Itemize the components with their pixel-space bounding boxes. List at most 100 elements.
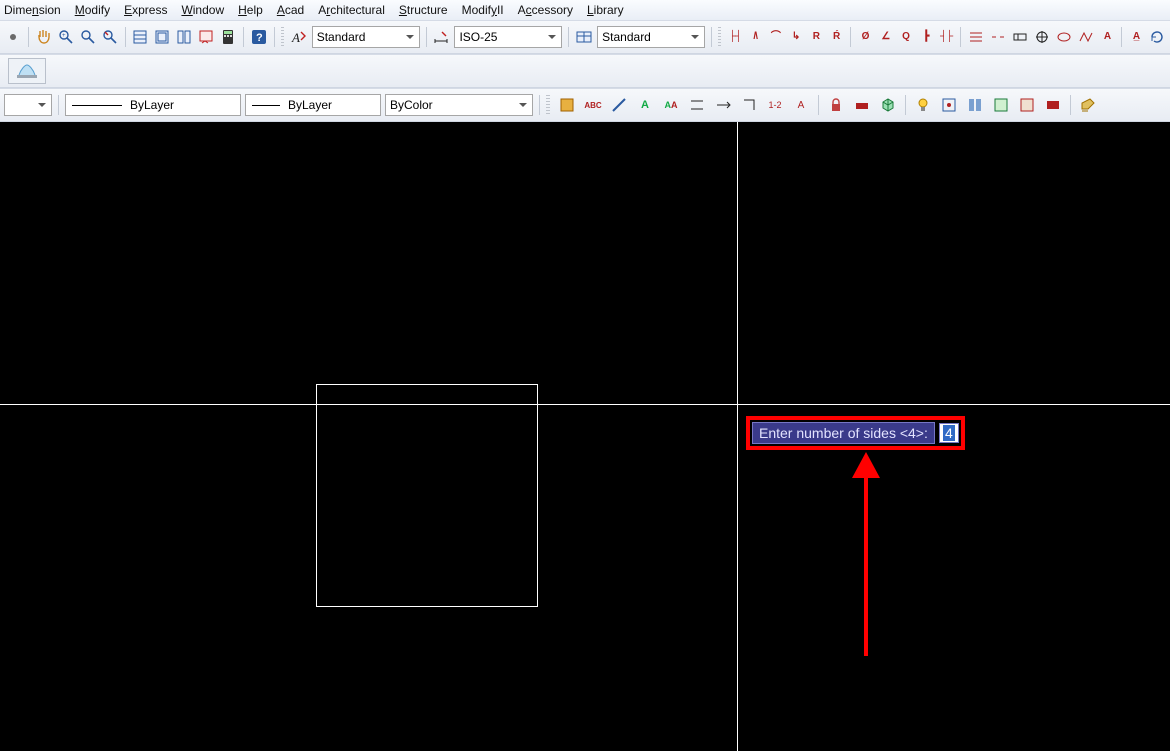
menu-window[interactable]: Window [181,3,224,17]
broom-icon[interactable] [1077,94,1099,116]
dim-jogged-icon[interactable]: Ŕ [828,26,844,48]
dynamic-input-prompt: Enter number of sides <4>: [752,422,935,444]
et-14-icon[interactable] [964,94,986,116]
calculator-icon[interactable] [219,26,237,48]
dim-style-icon[interactable] [432,26,450,48]
properties-icon[interactable] [131,26,149,48]
zoom-window-icon[interactable] [79,26,97,48]
et-aa-icon[interactable]: AA [660,94,682,116]
plotstyle-value: ByColor [390,98,433,112]
crosshair-vertical [737,122,738,751]
dimstyle-combo[interactable]: ISO-25 [454,26,562,48]
lineweight-combo[interactable]: ByLayer [245,94,381,116]
toolbar-workspace [0,54,1170,88]
et-15-icon[interactable] [990,94,1012,116]
dim-aligned-icon[interactable]: /\ [747,26,763,48]
inspect-icon[interactable] [1055,26,1073,48]
zoom-realtime-icon[interactable]: + [57,26,75,48]
dim-baseline-icon[interactable]: ┣ [918,26,934,48]
color-combo[interactable] [4,94,52,116]
et-1-icon[interactable] [556,94,578,116]
dynamic-input-box[interactable]: Enter number of sides <4>: 4 [746,416,965,450]
dim-continue-icon[interactable]: ┤├ [938,26,954,48]
et-8-icon[interactable] [738,94,760,116]
jog-line-icon[interactable] [1077,26,1095,48]
dim-edit-icon[interactable]: A [1099,26,1115,48]
et-9-icon[interactable]: 1-2 [764,94,786,116]
menu-acad[interactable]: Acad [277,3,304,17]
layer-iso-icon[interactable] [851,94,873,116]
dim-radius-icon[interactable]: R [808,26,824,48]
et-16-icon[interactable] [1016,94,1038,116]
linetype-value: ByLayer [130,98,174,112]
workspace-switch-icon[interactable] [8,58,46,84]
chevron-down-icon [403,29,417,45]
et-10-icon[interactable]: A [790,94,812,116]
textstyle-combo[interactable]: Standard [312,26,420,48]
svg-text:+: + [62,33,66,39]
menu-accessory[interactable]: Accessory [518,3,573,17]
et-7-icon[interactable] [712,94,734,116]
dim-diameter-icon[interactable]: Ø [857,26,873,48]
dim-update-icon[interactable] [1148,26,1166,48]
cube-icon[interactable] [877,94,899,116]
toolbar-properties: ByLayer ByLayer ByColor ABC A AA 1-2 A [0,88,1170,122]
center-mark-icon[interactable] [1033,26,1051,48]
linetype-combo[interactable]: ByLayer [65,94,241,116]
zoom-previous-icon[interactable] [101,26,119,48]
annotation-arrow-head [852,452,880,478]
chevron-down-icon [516,97,530,113]
menu-modify2[interactable]: ModifyII [462,3,504,17]
crosshair-horizontal [0,404,1170,405]
chevron-down-icon [688,29,702,45]
menu-express[interactable]: Express [124,3,167,17]
dim-arc-icon[interactable]: ⌒ [767,26,783,48]
menu-library[interactable]: Library [587,3,624,17]
lineweight-value: ByLayer [288,98,332,112]
dim-text-edit-icon[interactable]: A̲ [1128,26,1144,48]
menu-structure[interactable]: Structure [399,3,448,17]
help-icon[interactable]: ? [250,26,268,48]
chevron-down-icon [35,97,49,113]
dim-angular-icon[interactable]: ∠ [877,26,893,48]
button-generic-1[interactable] [4,26,22,48]
et-13-icon[interactable] [938,94,960,116]
et-17-icon[interactable] [1042,94,1064,116]
annotation-arrow-shaft [864,476,868,656]
chevron-down-icon [545,29,559,45]
sheet-set-icon[interactable] [153,26,171,48]
tablestyle-value: Standard [602,30,651,44]
dim-linear-icon[interactable]: ├┤ [727,26,743,48]
plotstyle-combo[interactable]: ByColor [385,94,533,116]
et-6-icon[interactable] [686,94,708,116]
bulb-icon[interactable] [912,94,934,116]
dim-break-icon[interactable] [989,26,1007,48]
et-3-icon[interactable] [608,94,630,116]
drawing-area[interactable]: Enter number of sides <4>: 4 [0,122,1170,751]
tolerance-icon[interactable] [1011,26,1029,48]
pan-icon[interactable] [35,26,53,48]
dim-quick-icon[interactable]: Q [897,26,913,48]
menu-dimension[interactable]: Dimension [4,3,61,17]
svg-text:?: ? [256,32,263,44]
tablestyle-combo[interactable]: Standard [597,26,705,48]
menu-modify[interactable]: Modify [75,3,110,17]
dim-space-icon[interactable] [967,26,985,48]
textstyle-value: Standard [317,30,366,44]
menu-help[interactable]: Help [238,3,263,17]
et-abc-icon[interactable]: ABC [582,94,604,116]
toolbar-standard: + ? A Standard ISO-25 Standard ├┤ /\ ⌒ ↳… [0,20,1170,54]
drawn-rectangle [316,384,538,607]
markup-icon[interactable] [197,26,215,48]
table-style-icon[interactable] [575,26,593,48]
text-style-icon[interactable]: A [290,26,308,48]
lock-icon[interactable] [825,94,847,116]
menu-architectural[interactable]: Architectural [318,3,385,17]
svg-text:A: A [291,30,300,45]
menu-bar: Dimension Modify Express Window Help Aca… [0,0,1170,20]
dim-ordinate-icon[interactable]: ↳ [787,26,803,48]
dimstyle-value: ISO-25 [459,30,497,44]
tool-palettes-icon[interactable] [175,26,193,48]
dynamic-input-value[interactable]: 4 [939,423,959,443]
et-a-icon[interactable]: A [634,94,656,116]
